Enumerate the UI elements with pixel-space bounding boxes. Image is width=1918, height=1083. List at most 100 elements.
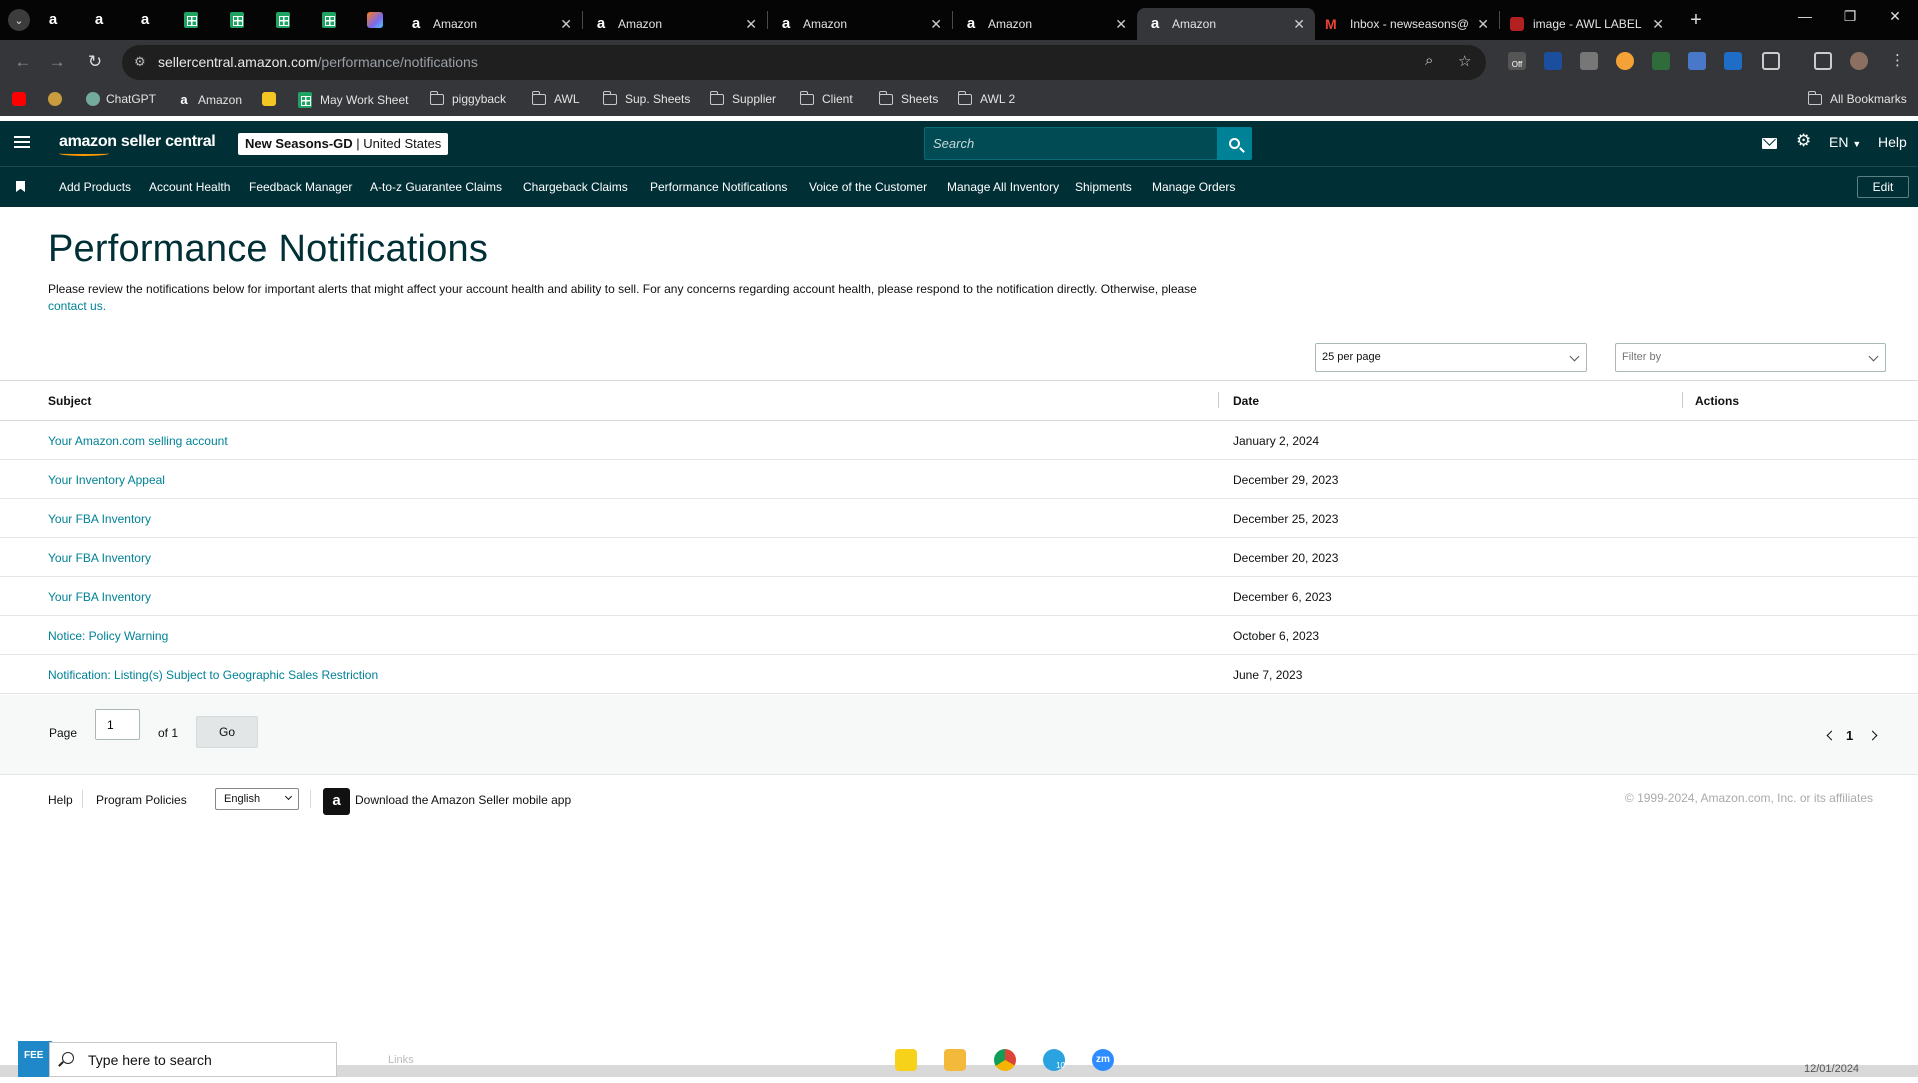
nav-shipments[interactable]: Shipments bbox=[1075, 180, 1132, 194]
close-tab-icon[interactable]: ✕ bbox=[745, 16, 757, 33]
notification-subject-link[interactable]: Your FBA Inventory bbox=[48, 551, 151, 565]
nav-voice-of-customer[interactable]: Voice of the Customer bbox=[809, 180, 927, 194]
minimize-icon[interactable]: — bbox=[1783, 0, 1827, 32]
taskbar-links-label[interactable]: Links bbox=[388, 1054, 414, 1066]
pinned-tab-sheets-4[interactable] bbox=[306, 0, 352, 40]
extensions-puzzle-icon[interactable] bbox=[1762, 52, 1780, 70]
pinned-tab-sheets-1[interactable] bbox=[168, 0, 214, 40]
bookmark-icon[interactable] bbox=[16, 181, 25, 192]
url-bar[interactable]: ⚙ sellercentral.amazon.com/performance/n… bbox=[122, 45, 1486, 80]
nav-account-health[interactable]: Account Health bbox=[149, 180, 230, 194]
bookmark-star-icon[interactable]: ☆ bbox=[1458, 52, 1471, 70]
go-button[interactable]: Go bbox=[196, 716, 258, 748]
hamburger-menu-icon[interactable] bbox=[14, 136, 30, 148]
pinned-tab-amazon-3[interactable]: a bbox=[122, 0, 168, 40]
nav-add-products[interactable]: Add Products bbox=[59, 180, 131, 194]
page-number-input[interactable] bbox=[95, 709, 140, 740]
extension-icon[interactable] bbox=[1544, 52, 1562, 70]
all-bookmarks[interactable]: All Bookmarks bbox=[1807, 90, 1907, 106]
nav-chargeback-claims[interactable]: Chargeback Claims bbox=[523, 180, 628, 194]
nav-manage-orders[interactable]: Manage Orders bbox=[1152, 180, 1235, 194]
browser-tab[interactable]: image - AWL LABEL ✕ bbox=[1500, 8, 1674, 40]
notification-subject-link[interactable]: Your Amazon.com selling account bbox=[48, 434, 228, 448]
settings-gear-icon[interactable]: ⚙ bbox=[1796, 131, 1811, 151]
bookmark-amazon[interactable]: a Amazon bbox=[176, 92, 242, 108]
zoom-app-icon[interactable]: zm bbox=[1092, 1049, 1114, 1071]
browser-tab[interactable]: M Inbox - newseasons@ ✕ bbox=[1315, 8, 1499, 40]
restore-icon[interactable]: ❐ bbox=[1828, 0, 1872, 32]
browser-tab[interactable]: a Amazon ✕ bbox=[398, 8, 582, 40]
browser-menu-icon[interactable]: ⋮ bbox=[1890, 52, 1908, 70]
bookmark-folder-client[interactable]: Client bbox=[799, 90, 853, 106]
reload-icon[interactable]: ↻ bbox=[84, 52, 106, 72]
extension-icon[interactable] bbox=[1616, 52, 1634, 70]
notification-subject-link[interactable]: Notice: Policy Warning bbox=[48, 629, 168, 643]
browser-tab-active[interactable]: a Amazon ✕ bbox=[1137, 8, 1315, 40]
close-tab-icon[interactable]: ✕ bbox=[930, 16, 942, 33]
per-page-select[interactable]: 25 per page bbox=[1315, 343, 1587, 372]
pinned-tab-amazon-1[interactable]: a bbox=[30, 0, 76, 40]
bookmark-folder-supplier[interactable]: Supplier bbox=[709, 90, 776, 106]
amazon-seller-app-icon[interactable]: a bbox=[323, 788, 350, 815]
profile-avatar[interactable] bbox=[1850, 52, 1868, 70]
bookmark-folder-piggyback[interactable]: piggyback bbox=[429, 90, 506, 106]
sticky-notes-icon[interactable] bbox=[895, 1049, 917, 1071]
fba-extension-icon[interactable] bbox=[1724, 52, 1742, 70]
zoom-icon[interactable]: ⌕ bbox=[1425, 52, 1433, 69]
notification-subject-link[interactable]: Your FBA Inventory bbox=[48, 590, 151, 604]
pinned-tab-amazon-2[interactable]: a bbox=[76, 0, 122, 40]
nav-manage-all-inventory[interactable]: Manage All Inventory bbox=[947, 180, 1059, 194]
start-button-icon[interactable]: FEE bbox=[18, 1041, 52, 1077]
column-header-subject[interactable]: Subject bbox=[48, 394, 91, 408]
browser-tab[interactable]: a Amazon ✕ bbox=[768, 8, 952, 40]
extension-icon[interactable] bbox=[1580, 52, 1598, 70]
notification-subject-link[interactable]: Your FBA Inventory bbox=[48, 512, 151, 526]
previous-page-icon[interactable] bbox=[1826, 730, 1837, 741]
bookmark-folder-awl-2[interactable]: AWL 2 bbox=[957, 90, 1015, 106]
seller-central-logo[interactable]: amazon seller central bbox=[59, 133, 216, 156]
extension-icon[interactable] bbox=[1652, 52, 1670, 70]
pinned-tab-sheets-2[interactable] bbox=[214, 0, 260, 40]
next-page-icon[interactable] bbox=[1867, 730, 1878, 741]
file-explorer-icon[interactable] bbox=[944, 1049, 966, 1071]
extension-off-icon[interactable]: Off bbox=[1508, 52, 1526, 70]
search-input[interactable] bbox=[925, 128, 1215, 159]
forward-icon[interactable]: → bbox=[46, 52, 68, 72]
contact-us-link[interactable]: contact us. bbox=[48, 299, 106, 313]
edit-nav-button[interactable]: Edit bbox=[1857, 176, 1909, 198]
store-switcher[interactable]: New Seasons-GD | United States bbox=[238, 133, 449, 155]
bookmark-may-work-sheet[interactable]: May Work Sheet bbox=[298, 92, 408, 108]
browser-tab[interactable]: a Amazon ✕ bbox=[953, 8, 1137, 40]
side-panel-icon[interactable] bbox=[1814, 52, 1832, 70]
download-app-link[interactable]: Download the Amazon Seller mobile app bbox=[355, 793, 571, 807]
search-button[interactable] bbox=[1217, 127, 1252, 160]
bookmark-chatgpt[interactable]: ChatGPT bbox=[86, 92, 156, 106]
filter-by-select[interactable]: Filter by bbox=[1615, 343, 1886, 372]
pinned-tab-clickup[interactable] bbox=[352, 0, 398, 40]
close-tab-icon[interactable]: ✕ bbox=[560, 16, 572, 33]
youtube-bookmark[interactable] bbox=[12, 92, 32, 106]
close-tab-icon[interactable]: ✕ bbox=[1293, 16, 1305, 33]
tab-search-icon[interactable]: ⌄ bbox=[8, 9, 30, 31]
current-page-number[interactable]: 1 bbox=[1846, 728, 1853, 743]
footer-program-policies-link[interactable]: Program Policies bbox=[96, 793, 187, 807]
footer-language-select[interactable]: English bbox=[215, 788, 299, 810]
close-tab-icon[interactable]: ✕ bbox=[1115, 16, 1127, 33]
close-tab-icon[interactable]: ✕ bbox=[1652, 16, 1664, 33]
bookmark-folder-awl[interactable]: AWL bbox=[531, 90, 580, 106]
language-switcher[interactable]: EN ▼ bbox=[1829, 134, 1861, 150]
browser-tab[interactable]: a Amazon ✕ bbox=[583, 8, 767, 40]
footer-help-link[interactable]: Help bbox=[48, 793, 73, 807]
pinned-tab-sheets-3[interactable] bbox=[260, 0, 306, 40]
bookmark-folder-sheets[interactable]: Sheets bbox=[878, 90, 938, 106]
notification-subject-link[interactable]: Your Inventory Appeal bbox=[48, 473, 165, 487]
back-icon[interactable]: ← bbox=[12, 52, 34, 72]
column-header-date[interactable]: Date bbox=[1233, 394, 1259, 408]
new-tab-icon[interactable]: + bbox=[1686, 9, 1706, 32]
site-info-icon[interactable]: ⚙ bbox=[134, 54, 150, 70]
help-link[interactable]: Help bbox=[1878, 134, 1907, 150]
bookmark-folder-sup-sheets[interactable]: Sup. Sheets bbox=[602, 90, 690, 106]
messages-button[interactable] bbox=[1762, 138, 1777, 149]
taskbar-search[interactable]: Type here to search bbox=[49, 1042, 337, 1077]
bookmark-amazon-app[interactable] bbox=[262, 92, 282, 106]
